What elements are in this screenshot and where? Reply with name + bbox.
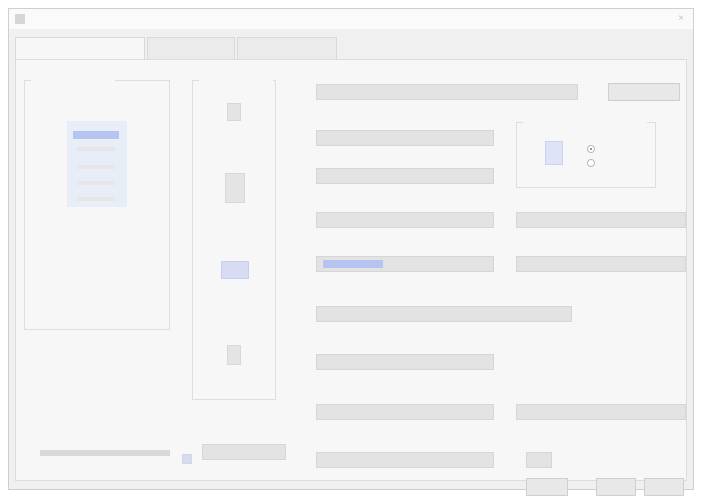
field-3[interactable] [316, 212, 494, 228]
field-label [316, 294, 466, 302]
info-line [34, 288, 154, 296]
field-label [316, 342, 466, 350]
field-label [316, 392, 466, 400]
apply-button[interactable] [644, 478, 684, 496]
field-label [516, 202, 666, 210]
preview-line [77, 165, 115, 169]
radio-option-1-label [599, 145, 649, 153]
field-12-value [533, 457, 545, 465]
radio-group [516, 119, 656, 188]
field-9-value [323, 409, 487, 417]
preview-title [35, 95, 145, 103]
field-label [316, 440, 466, 448]
name-label [316, 74, 516, 82]
slider-label [48, 412, 158, 420]
field-12[interactable] [526, 452, 552, 468]
field-label [316, 156, 466, 164]
option-label [201, 387, 269, 395]
radio-option-2[interactable] [587, 159, 595, 167]
cancel-button-label [603, 484, 629, 492]
tab-2[interactable] [147, 37, 235, 59]
name-value [323, 89, 571, 97]
field-8[interactable] [316, 354, 494, 370]
ok-button-label [533, 484, 561, 492]
tab-2-label [156, 45, 226, 53]
tab-3[interactable] [237, 37, 337, 59]
browse-button-label [615, 89, 673, 97]
option-thumb[interactable] [227, 345, 241, 365]
option-thumb-selected[interactable] [221, 261, 249, 279]
field-3-value [323, 217, 487, 225]
field-7-value [323, 311, 565, 319]
field-4-value [523, 217, 679, 225]
field-4[interactable] [516, 212, 686, 228]
small-color-icon[interactable] [182, 454, 192, 464]
bottom-label [40, 438, 170, 446]
field-11[interactable] [316, 452, 494, 468]
close-icon[interactable]: × [675, 13, 687, 25]
field-10-value [523, 409, 679, 417]
info-line [34, 312, 154, 320]
info-line [34, 300, 154, 308]
field-6-value [523, 261, 679, 269]
field-1-value [323, 135, 487, 143]
field-label [316, 120, 466, 128]
field-7[interactable] [316, 306, 572, 322]
option-label [201, 221, 269, 229]
field-10[interactable] [516, 404, 686, 420]
tab-content [15, 59, 687, 496]
field-2-value [323, 173, 487, 181]
ok-button[interactable] [526, 478, 568, 496]
tab-1-label [24, 45, 136, 53]
field-label [316, 202, 466, 210]
preview-highlight [73, 131, 119, 139]
radio-group-label [523, 119, 647, 127]
radio-preview-icon [545, 141, 563, 165]
info-text [34, 288, 164, 356]
option-list [192, 77, 276, 400]
field-5-value [323, 261, 487, 269]
middle-bottom-field[interactable] [202, 444, 286, 460]
option-label [201, 139, 269, 147]
option-label [201, 305, 269, 313]
option-thumb[interactable] [225, 173, 245, 203]
app-icon [15, 14, 25, 24]
preview-line [77, 147, 115, 151]
dialog-window: × [8, 8, 694, 496]
browse-button[interactable] [608, 83, 680, 101]
bottom-slider[interactable] [40, 450, 170, 456]
preview-line [77, 181, 115, 185]
name-field[interactable] [316, 84, 578, 100]
option-thumb[interactable] [227, 103, 241, 121]
info-line [34, 324, 154, 332]
preview-line [77, 197, 115, 201]
window-title [31, 14, 161, 22]
field-8-value [323, 359, 487, 367]
cancel-button[interactable] [596, 478, 636, 496]
option-list-label [199, 77, 273, 85]
field-9[interactable] [316, 404, 494, 420]
field-2[interactable] [316, 168, 494, 184]
radio-option-1[interactable] [587, 145, 595, 153]
field-label [516, 440, 666, 448]
field-11-value [323, 457, 487, 465]
preview-group-label [31, 77, 115, 85]
field-label [316, 246, 466, 254]
apply-button-label [651, 484, 677, 492]
field-5[interactable] [316, 256, 494, 272]
radio-option-2-label [599, 159, 649, 167]
field-6[interactable] [516, 256, 686, 272]
title-bar: × [9, 9, 693, 29]
tab-1[interactable] [15, 37, 145, 61]
middle-bottom-label [202, 430, 282, 438]
tab-3-label [246, 45, 328, 53]
field-1[interactable] [316, 130, 494, 146]
